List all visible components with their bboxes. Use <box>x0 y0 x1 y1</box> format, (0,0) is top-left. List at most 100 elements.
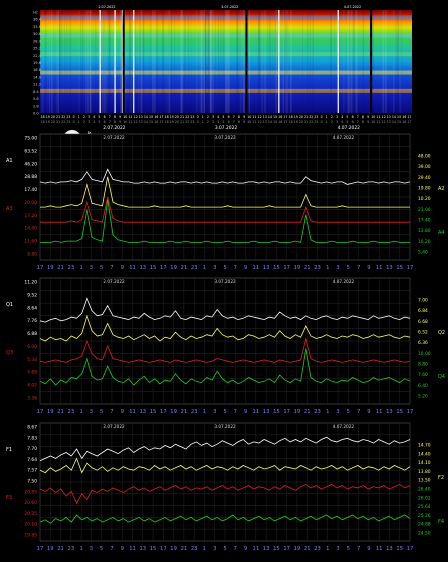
series-label: F1 <box>6 447 12 453</box>
spectrogram-x-tick: 16 <box>402 120 406 124</box>
left-tick-label: 3.36 <box>27 396 37 402</box>
x-tick-label: 11 <box>129 265 136 271</box>
spectrogram-streak <box>166 10 168 113</box>
spectrogram-x-tick: 13 <box>139 120 143 124</box>
spectrogram-x-tick: 23 <box>66 120 70 124</box>
spectrogram-x-tick: 9 <box>243 115 245 119</box>
spectrogram-streak <box>272 10 274 113</box>
right-tick-label: 25.64 <box>418 504 431 510</box>
left-tick-label: 20.35 <box>24 511 37 517</box>
spectrogram-x-tick: 23 <box>190 120 194 124</box>
x-tick-label: 23 <box>314 265 321 271</box>
spectrogram-streak <box>190 10 192 113</box>
x-tick-label: 19 <box>170 546 177 552</box>
spectrogram-x-tick: 21 <box>56 115 60 119</box>
x-tick-label: 17 <box>160 546 167 552</box>
spectrogram-x-tick: 19 <box>170 115 174 119</box>
x-tick-label: 7 <box>234 265 237 271</box>
spectrogram-streak <box>258 10 260 113</box>
spectrogram-x-tick: 19 <box>46 115 50 119</box>
spectrogram-panel <box>40 10 412 113</box>
right-tick-label: 5.20 <box>418 394 428 400</box>
spectrogram-streak <box>384 10 387 113</box>
x-tick-label: 3 <box>213 546 216 552</box>
spectrogram-streak <box>400 10 403 113</box>
spectrogram-y-tick: 16.8 <box>33 68 42 72</box>
spectrogram-date-label: 2.07.2022 <box>98 5 115 9</box>
x-tick-label: 17 <box>283 546 290 552</box>
x-tick-label: 17 <box>160 409 167 415</box>
spectrogram-streak <box>84 10 87 113</box>
x-tick-label: 9 <box>244 546 247 552</box>
x-tick-label: 5 <box>100 265 103 271</box>
spectrogram-streak <box>283 10 285 113</box>
x-tick-label: 11 <box>376 265 383 271</box>
spectrogram-x-tick: 8 <box>114 115 116 119</box>
left-tick-label: 20.00 <box>24 200 37 206</box>
spectrogram-y-tick: Hz <box>33 11 38 15</box>
spectrogram-x-tick: 14 <box>392 115 396 119</box>
x-tick-label: 5 <box>100 546 103 552</box>
spectrogram-streak <box>227 10 230 113</box>
x-tick-label: 5 <box>347 265 350 271</box>
left-tick-label: 19.85 <box>24 533 37 539</box>
series-label: Q1 <box>6 302 13 308</box>
spectrogram-streak <box>223 10 225 113</box>
panel-date-label: 3.07.2022 <box>214 424 236 429</box>
right-tick-label: 14.10 <box>418 460 431 466</box>
x-tick-label: 17 <box>37 265 44 271</box>
spectrogram-streak <box>61 10 63 113</box>
spectrogram-x-tick: 6 <box>228 120 230 124</box>
spectrogram-x-tick: 23 <box>314 115 318 119</box>
spectrogram-x-tick: 17 <box>407 120 411 124</box>
x-tick-label: 7 <box>357 409 360 415</box>
right-tick-label: 6.40 <box>418 383 428 389</box>
spectrogram-x-tick: 3 <box>336 115 338 119</box>
spectrogram-event-line <box>99 10 101 113</box>
spectrogram-x-tick: 11 <box>252 120 256 124</box>
right-tick-label: 6.52 <box>418 330 428 336</box>
x-tick-label: 11 <box>253 409 260 415</box>
left-tick-label: 4.68 <box>27 370 37 376</box>
x-tick-label: 17 <box>37 546 44 552</box>
spectrogram-x-tick: 19 <box>294 120 298 124</box>
spectrogram-streak <box>204 10 207 113</box>
spectrogram-x-tick: 0 <box>321 120 323 124</box>
x-tick-label: 5 <box>347 546 350 552</box>
x-tick-label: 15 <box>396 546 403 552</box>
x-tick-label: 15 <box>150 409 157 415</box>
spectrogram-x-tick: 11 <box>128 120 132 124</box>
spectrogram-x-tick: 1 <box>326 120 328 124</box>
x-tick-label: 15 <box>150 546 157 552</box>
left-tick-label: 17.20 <box>24 213 37 219</box>
spectrogram-x-tick: 18 <box>41 120 45 124</box>
spectrogram-x-tick: 3 <box>212 115 214 119</box>
spectrogram-streak <box>129 10 132 113</box>
x-tick-label: 23 <box>191 409 198 415</box>
spectrogram-streak <box>355 10 358 113</box>
spectrogram-x-tick: 8 <box>362 120 364 124</box>
right-tick-label: 14.70 <box>418 443 431 449</box>
x-tick-label: 21 <box>181 409 188 415</box>
x-tick-label: 19 <box>47 409 54 415</box>
x-tick-label: 13 <box>263 265 270 271</box>
spectrogram-x-tick: 21 <box>56 120 60 124</box>
spectrogram-streak <box>170 10 173 113</box>
left-tick-label: 6.88 <box>27 331 37 337</box>
x-tick-label: 17 <box>37 409 44 415</box>
x-tick-label: 9 <box>121 265 124 271</box>
x-tick-label: 13 <box>263 546 270 552</box>
x-tick-label: 7 <box>234 409 237 415</box>
spectrogram-x-tick: 12 <box>382 115 386 119</box>
spectrogram-x-tick: 9 <box>119 120 121 124</box>
right-tick-label: 21.00 <box>418 207 431 213</box>
spectrogram-event-line <box>133 10 135 113</box>
spectrogram-x-tick: 4 <box>341 120 343 124</box>
spectrogram-x-tick: 10 <box>371 120 375 124</box>
left-tick-label: 7.70 <box>27 446 37 452</box>
left-tick-label: 20.85 <box>24 489 37 495</box>
spectrogram-x-tick: 10 <box>247 120 251 124</box>
left-tick-label: 14.40 <box>24 226 37 232</box>
left-tick-label: 4.02 <box>27 383 37 389</box>
left-tick-label: 9.52 <box>27 292 37 298</box>
